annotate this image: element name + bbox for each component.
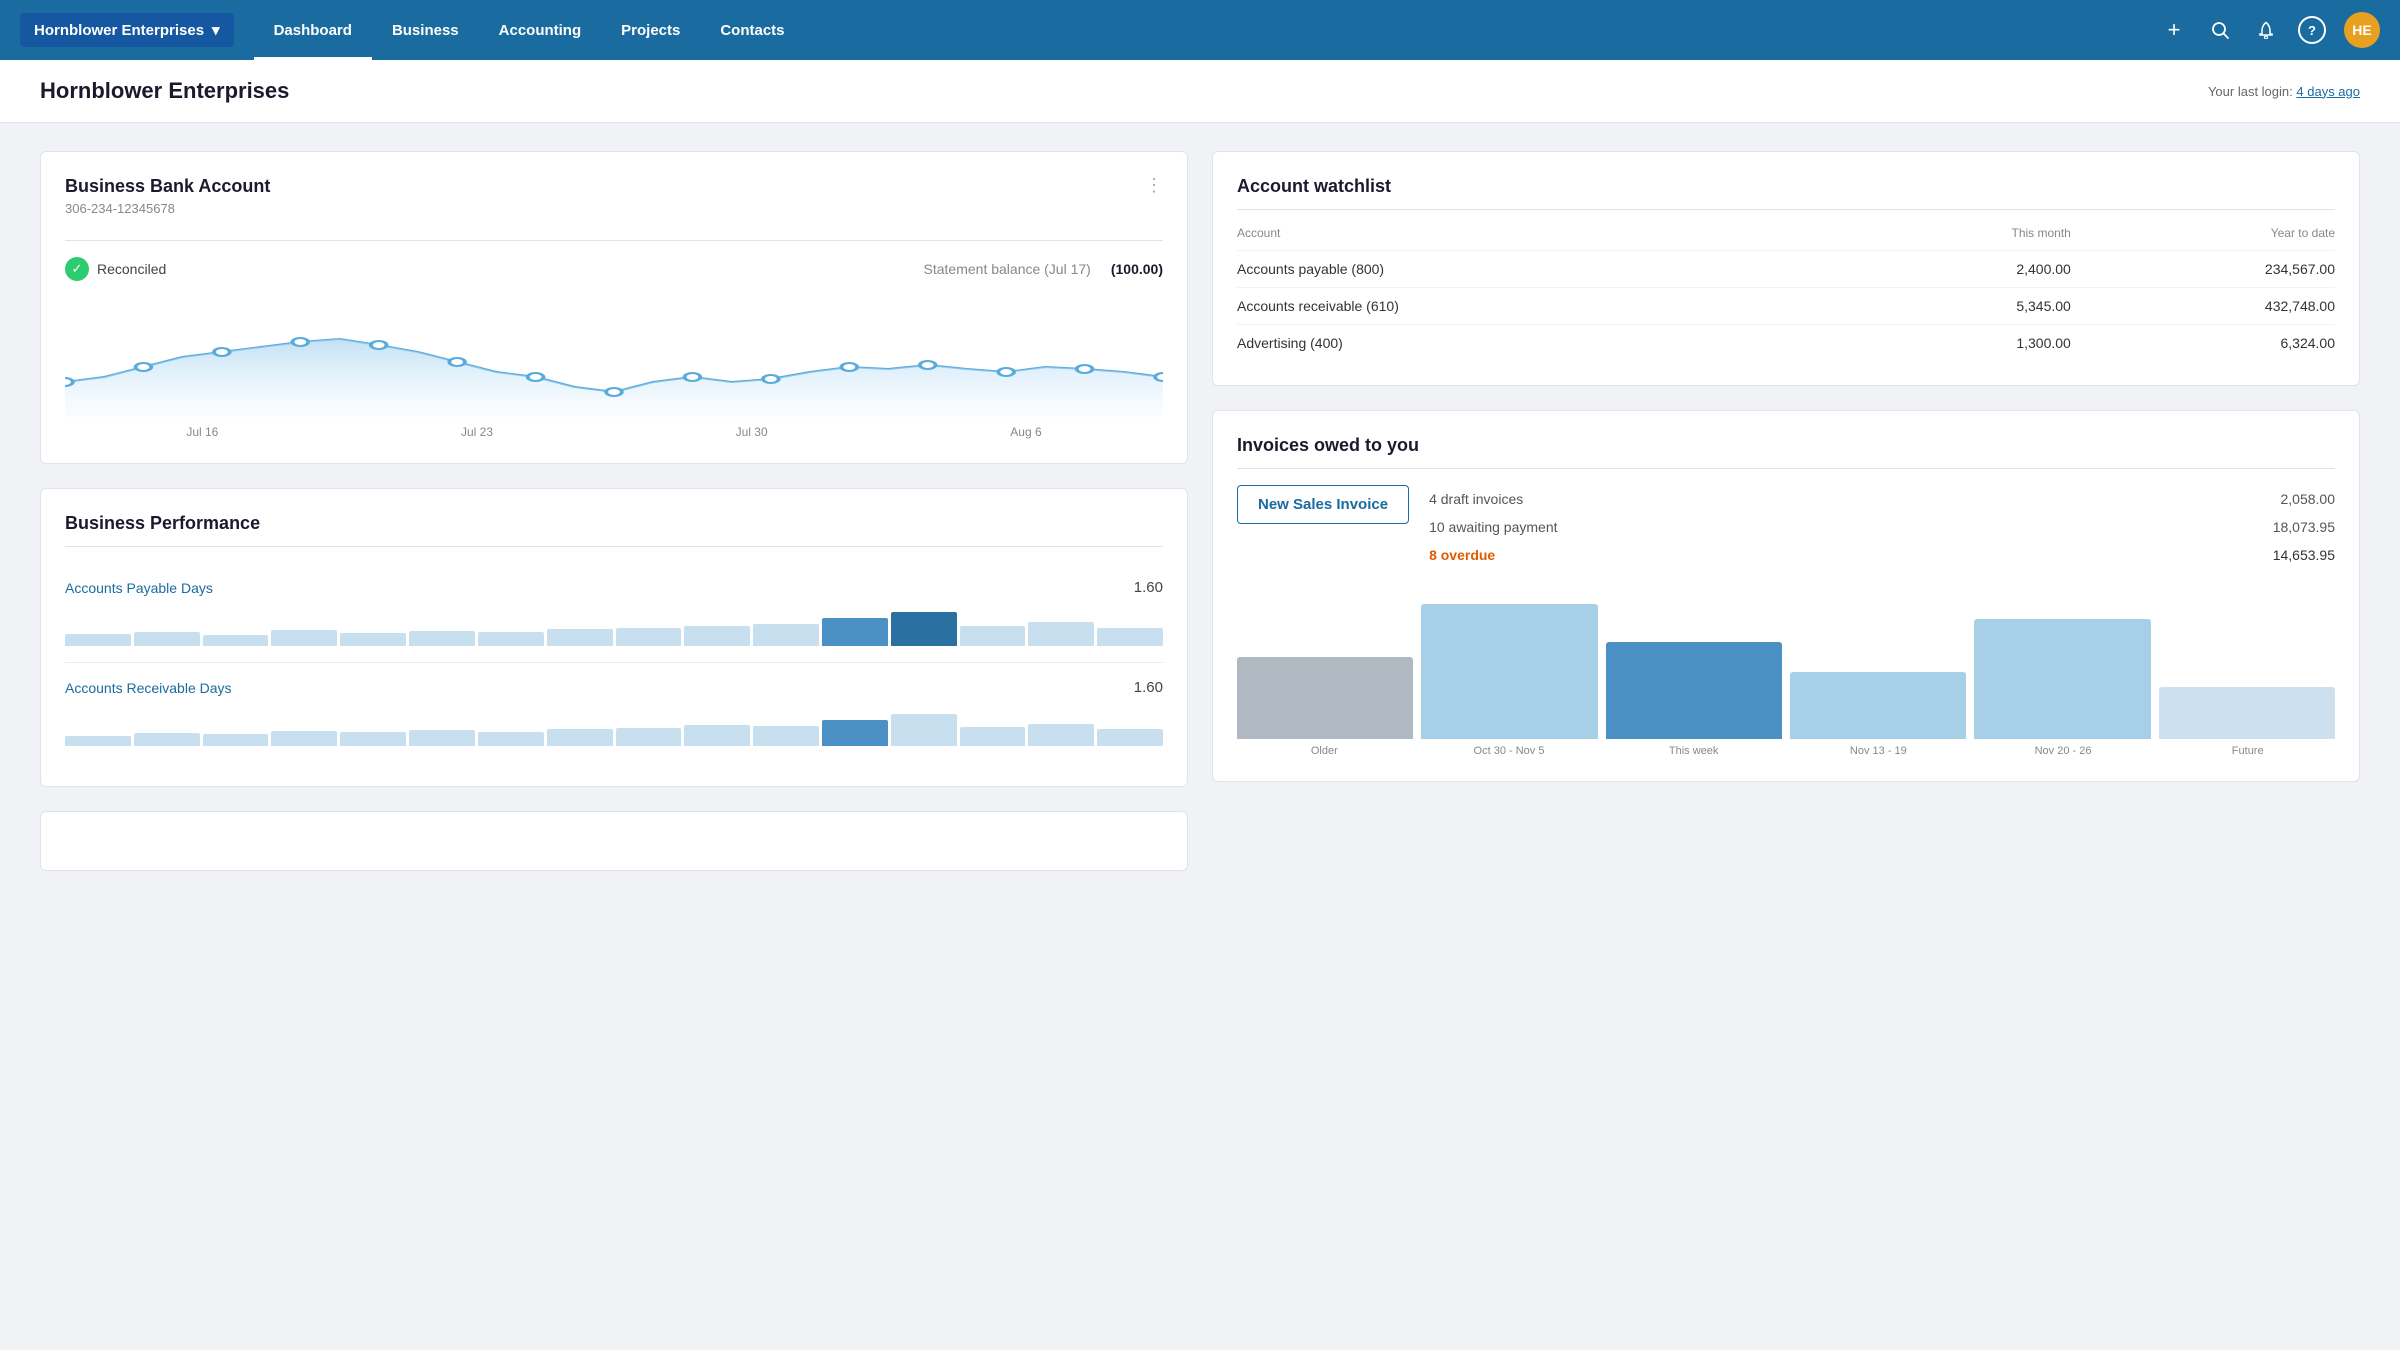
bank-status: ✓ Reconciled Statement balance (Jul 17) … xyxy=(65,257,1163,281)
nav-actions: + ? HE xyxy=(2160,12,2380,48)
perf-header-0: Accounts Payable Days 1.60 xyxy=(65,579,1163,596)
performance-title: Business Performance xyxy=(65,513,1163,534)
watchlist-account-2: Advertising (400) xyxy=(1237,325,1847,362)
nav-business[interactable]: Business xyxy=(372,0,479,60)
nav-accounting[interactable]: Accounting xyxy=(479,0,602,60)
perf-value-1: 1.60 xyxy=(1134,679,1163,696)
perf-row-0: Accounts Payable Days 1.60 xyxy=(65,563,1163,663)
invoices-card: Invoices owed to you New Sales Invoice 4… xyxy=(1212,410,2360,782)
watchlist-col-ytd: Year to date xyxy=(2071,226,2335,251)
perf-header-1: Accounts Receivable Days 1.60 xyxy=(65,679,1163,696)
watchlist-card: Account watchlist Account This month Yea… xyxy=(1212,151,2360,386)
watchlist-title: Account watchlist xyxy=(1237,176,2335,197)
watchlist-col-month: This month xyxy=(1847,226,2071,251)
chart-label-0: Jul 16 xyxy=(186,425,218,439)
statement-label: Statement balance (Jul 17) xyxy=(924,261,1091,277)
invoice-bar-nov20 xyxy=(1974,589,2150,739)
reconciled-label: Reconciled xyxy=(97,261,166,277)
invoice-bar-oct30 xyxy=(1421,589,1597,739)
nav-contacts[interactable]: Contacts xyxy=(700,0,804,60)
nav-links: Dashboard Business Accounting Projects C… xyxy=(254,0,2160,60)
bar-label-2: This week xyxy=(1606,745,1781,757)
statement-value: (100.00) xyxy=(1111,261,1163,277)
bank-account-card: Business Bank Account 306-234-12345678 ⋮… xyxy=(40,151,1188,464)
watchlist-ytd-1: 432,748.00 xyxy=(2071,288,2335,325)
statement-balance: Statement balance (Jul 17) (100.00) xyxy=(924,261,1163,277)
page-header: Hornblower Enterprises Your last login: … xyxy=(0,60,2400,123)
bell-icon[interactable] xyxy=(2252,16,2280,44)
new-invoice-button[interactable]: New Sales Invoice xyxy=(1237,485,1409,524)
watchlist-table: Account This month Year to date Accounts… xyxy=(1237,226,2335,361)
nav-projects[interactable]: Projects xyxy=(601,0,700,60)
navbar: Hornblower Enterprises ▾ Dashboard Busin… xyxy=(0,0,2400,60)
perf-row-1: Accounts Receivable Days 1.60 xyxy=(65,663,1163,762)
bar-label-3: Nov 13 - 19 xyxy=(1791,745,1966,757)
sparkline-chart xyxy=(65,297,1163,417)
draft-label: 4 draft invoices xyxy=(1429,485,1523,513)
watchlist-row-1: Accounts receivable (610) 5,345.00 432,7… xyxy=(1237,288,2335,325)
perf-value-0: 1.60 xyxy=(1134,579,1163,596)
watchlist-row-0: Accounts payable (800) 2,400.00 234,567.… xyxy=(1237,251,2335,288)
invoice-bar-nov13 xyxy=(1790,589,1966,739)
draft-amount: 2,058.00 xyxy=(2281,485,2336,513)
bar-label-0: Older xyxy=(1237,745,1412,757)
watchlist-account-0: Accounts payable (800) xyxy=(1237,251,1847,288)
awaiting-label: 10 awaiting payment xyxy=(1429,513,1557,541)
invoice-stats: 4 draft invoices 2,058.00 10 awaiting pa… xyxy=(1429,485,2335,569)
last-login: Your last login: 4 days ago xyxy=(2208,84,2360,99)
add-icon[interactable]: + xyxy=(2160,16,2188,44)
watchlist-month-1: 5,345.00 xyxy=(1847,288,2071,325)
performance-card: Business Performance Accounts Payable Da… xyxy=(40,488,1188,787)
awaiting-amount: 18,073.95 xyxy=(2273,513,2335,541)
last-login-link[interactable]: 4 days ago xyxy=(2296,84,2360,99)
overdue-label: 8 overdue xyxy=(1429,541,1495,569)
watchlist-col-account: Account xyxy=(1237,226,1847,251)
watchlist-row-2: Advertising (400) 1,300.00 6,324.00 xyxy=(1237,325,2335,362)
watchlist-month-2: 1,300.00 xyxy=(1847,325,2071,362)
bank-card-menu[interactable]: ⋮ xyxy=(1145,176,1163,194)
overdue-amount: 14,653.95 xyxy=(2273,541,2335,569)
bank-account-number: 306-234-12345678 xyxy=(65,201,270,216)
main-content: Business Bank Account 306-234-12345678 ⋮… xyxy=(0,123,2400,899)
help-icon[interactable]: ? xyxy=(2298,16,2326,44)
watchlist-month-0: 2,400.00 xyxy=(1847,251,2071,288)
bar-label-1: Oct 30 - Nov 5 xyxy=(1422,745,1597,757)
invoice-bar-thisweek xyxy=(1606,589,1782,739)
page-title: Hornblower Enterprises xyxy=(40,78,289,104)
chart-label-2: Jul 30 xyxy=(736,425,768,439)
watchlist-ytd-0: 234,567.00 xyxy=(2071,251,2335,288)
chart-labels: Jul 16 Jul 23 Jul 30 Aug 6 xyxy=(65,425,1163,439)
bank-card-title: Business Bank Account xyxy=(65,176,270,197)
invoice-bar-older xyxy=(1237,589,1413,739)
perf-label-0[interactable]: Accounts Payable Days xyxy=(65,580,213,596)
brand-button[interactable]: Hornblower Enterprises ▾ xyxy=(20,13,234,47)
mini-bar-chart-0 xyxy=(65,606,1163,646)
watchlist-account-1: Accounts receivable (610) xyxy=(1237,288,1847,325)
mini-bar-chart-1 xyxy=(65,706,1163,746)
brand-chevron: ▾ xyxy=(212,21,220,39)
brand-label: Hornblower Enterprises xyxy=(34,22,204,39)
search-icon[interactable] xyxy=(2206,16,2234,44)
bar-labels: Older Oct 30 - Nov 5 This week Nov 13 - … xyxy=(1237,745,2335,757)
invoices-title: Invoices owed to you xyxy=(1237,435,2335,456)
avatar[interactable]: HE xyxy=(2344,12,2380,48)
check-icon: ✓ xyxy=(65,257,89,281)
nav-dashboard[interactable]: Dashboard xyxy=(254,0,372,60)
chart-label-1: Jul 23 xyxy=(461,425,493,439)
watchlist-ytd-2: 6,324.00 xyxy=(2071,325,2335,362)
perf-label-1[interactable]: Accounts Receivable Days xyxy=(65,680,232,696)
bar-label-5: Future xyxy=(2160,745,2335,757)
third-card xyxy=(40,811,1188,871)
last-login-label: Your last login: xyxy=(2208,84,2293,99)
reconciled-badge: ✓ Reconciled xyxy=(65,257,166,281)
invoice-bar-future xyxy=(2159,589,2335,739)
chart-label-3: Aug 6 xyxy=(1010,425,1041,439)
bar-label-4: Nov 20 - 26 xyxy=(1976,745,2151,757)
invoice-bar-chart: Older Oct 30 - Nov 5 This week Nov 13 - … xyxy=(1237,589,2335,757)
invoice-top: New Sales Invoice 4 draft invoices 2,058… xyxy=(1237,485,2335,569)
